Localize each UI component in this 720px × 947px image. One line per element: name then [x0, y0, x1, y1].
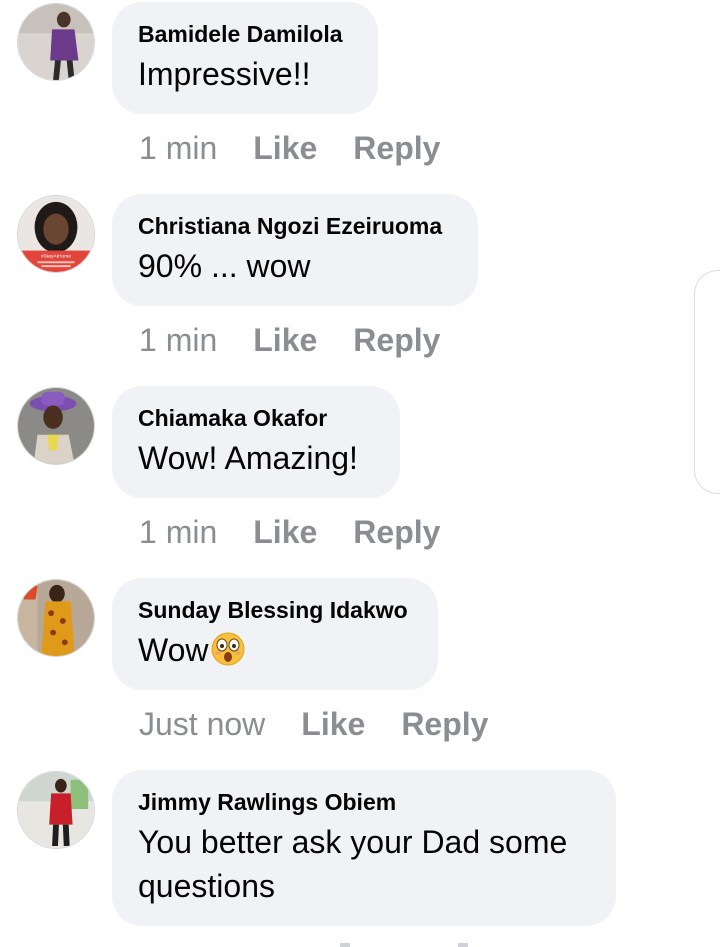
like-button[interactable]: Like	[253, 322, 317, 358]
reply-button[interactable]: Reply	[401, 706, 488, 742]
comment-author[interactable]: Christiana Ngozi Ezeiruoma	[138, 212, 452, 240]
comment-actions: 1 min Like Reply	[139, 130, 440, 166]
comment-bubble[interactable]: Bamidele Damilola Impressive!!	[112, 2, 378, 114]
comment-text-content: Wow	[138, 632, 209, 668]
avatar[interactable]: #StayAtHome	[17, 195, 95, 273]
like-button[interactable]: Like	[253, 130, 317, 166]
comment-text: Wow! Amazing!	[138, 440, 358, 476]
comment-bubble[interactable]: Sunday Blessing Idakwo Wow	[112, 578, 438, 690]
comment-timestamp[interactable]: 1 min	[139, 514, 217, 550]
comment-text: Wow	[138, 628, 412, 678]
comment-author[interactable]: Jimmy Rawlings Obiem	[138, 788, 590, 816]
comment-author[interactable]: Bamidele Damilola	[138, 20, 352, 48]
comment-actions: 1 min Like Reply	[139, 514, 440, 550]
reply-button[interactable]: Reply	[353, 130, 440, 166]
comment-text: You better ask your Dad some questions	[138, 824, 568, 904]
side-card[interactable]	[694, 270, 720, 494]
avatar[interactable]	[17, 579, 95, 657]
comment-bubble[interactable]: Christiana Ngozi Ezeiruoma 90% ... wow	[112, 194, 478, 306]
comment-timestamp[interactable]: Just now	[139, 706, 265, 742]
comment-bubble[interactable]: Jimmy Rawlings Obiem You better ask your…	[112, 770, 616, 926]
cutoff-content	[340, 943, 468, 947]
like-button[interactable]: Like	[253, 514, 317, 550]
comment-text: 90% ... wow	[138, 248, 311, 284]
comment-bubble[interactable]: Chiamaka Okafor Wow! Amazing!	[112, 386, 400, 498]
comment-author[interactable]: Chiamaka Okafor	[138, 404, 374, 432]
comment-timestamp[interactable]: 1 min	[139, 130, 217, 166]
reply-button[interactable]: Reply	[353, 514, 440, 550]
comment-actions: 1 min Like Reply	[139, 322, 440, 358]
comment-author[interactable]: Sunday Blessing Idakwo	[138, 596, 412, 624]
like-button[interactable]: Like	[301, 706, 365, 742]
comment-actions: Just now Like Reply	[139, 706, 488, 742]
avatar[interactable]	[17, 771, 95, 849]
comment-timestamp[interactable]: 1 min	[139, 322, 217, 358]
astonished-face-emoji	[210, 631, 246, 678]
avatar[interactable]	[17, 3, 95, 81]
avatar[interactable]	[17, 387, 95, 465]
reply-button[interactable]: Reply	[353, 322, 440, 358]
comment-text: Impressive!!	[138, 56, 311, 92]
svg-text:#StayAtHome: #StayAtHome	[41, 253, 71, 259]
